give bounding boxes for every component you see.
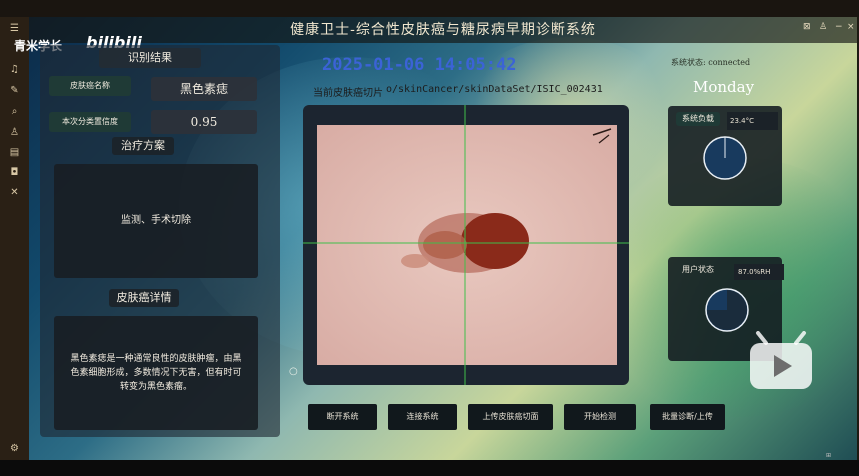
datetime: 2025-01-06 14:05:42 [322,55,517,75]
user-status-label: 用户状态 [682,265,714,274]
lesion-spot [423,231,467,259]
slice-path: o/skinCancer/skinDataSet/ISIC_002431 [386,84,603,95]
treatment-text: 监测、手术切除 [54,164,258,278]
minimize-button[interactable]: − [835,22,843,32]
disconnect-button[interactable]: 断开系统 [308,404,377,430]
app-title: 健康卫士-综合性皮肤癌与糖尿病早期诊断系统 [290,22,596,38]
system-load-gauge [703,136,747,180]
system-load-value: 23.4°C [727,112,778,130]
detail-text: 黑色素痣是一种通常良性的皮肤肿瘤，由黑色素细胞形成，多数情况下无害，但有时可转变… [70,354,242,392]
lesion-core [461,213,529,269]
batch-diagnose-button[interactable]: 批量诊断/上传 [650,404,725,430]
left-icon-rail: ☰ ♫ ✎ ⌕ ♙ ▤ ◘ ✕ ⚙ [0,17,29,460]
top-letterbox [0,0,859,17]
treatment-header: 治疗方案 [112,137,174,155]
bottom-letterbox [0,460,859,476]
upload-slice-button[interactable]: 上传皮肤癌切面 [468,404,553,430]
close-button[interactable]: × [847,22,855,32]
skin-image[interactable] [303,105,629,385]
cursor-indicator-icon: ○ [289,366,298,377]
start-detection-button[interactable]: 开始检测 [564,404,636,430]
user-icon[interactable]: ♙ [7,127,22,139]
user-status-value: 87.0%RH [734,264,784,280]
system-status: 系统状态: connected [671,58,751,67]
title-bar: 健康卫士-综合性皮肤癌与糖尿病早期诊断系统 ⊠ ♙ − × [29,17,857,43]
user-status-gauge [705,288,749,332]
pen-icon[interactable]: ✎ [7,85,22,97]
detail-header: 皮肤癌详情 [109,289,179,307]
lock-icon[interactable]: ◘ [7,167,22,179]
lesion-spot [401,254,429,268]
settings-icon[interactable]: ⚙ [7,443,22,455]
account-icon[interactable]: ♙ [819,22,827,32]
system-load-label: 系统负载 [676,112,720,126]
close-icon[interactable]: ✕ [7,187,22,199]
document-icon[interactable]: ▤ [7,147,22,159]
music-icon[interactable]: ♫ [7,64,22,76]
menu-icon[interactable]: ☰ [7,23,22,35]
slice-label: 当前皮肤癌切片 [313,88,383,99]
weekday: Monday [693,78,755,96]
bilibili-play-icon [750,331,812,389]
cancer-name-value: 黑色素痣 [151,77,257,101]
corner-badge: ⊞ [826,452,832,459]
mail-icon[interactable]: ⊠ [803,22,811,32]
search-icon[interactable]: ⌕ [7,106,22,118]
connect-button[interactable]: 连接系统 [388,404,457,430]
confidence-value: 0.95 [151,110,257,134]
detail-box: 黑色素痣是一种通常良性的皮肤肿瘤，由黑色素细胞形成，多数情况下无害，但有时可转变… [54,316,258,430]
cancer-name-label: 皮肤癌名称 [49,76,131,96]
result-header: 识别结果 [99,48,201,68]
confidence-label: 本次分类置信度 [49,112,131,132]
